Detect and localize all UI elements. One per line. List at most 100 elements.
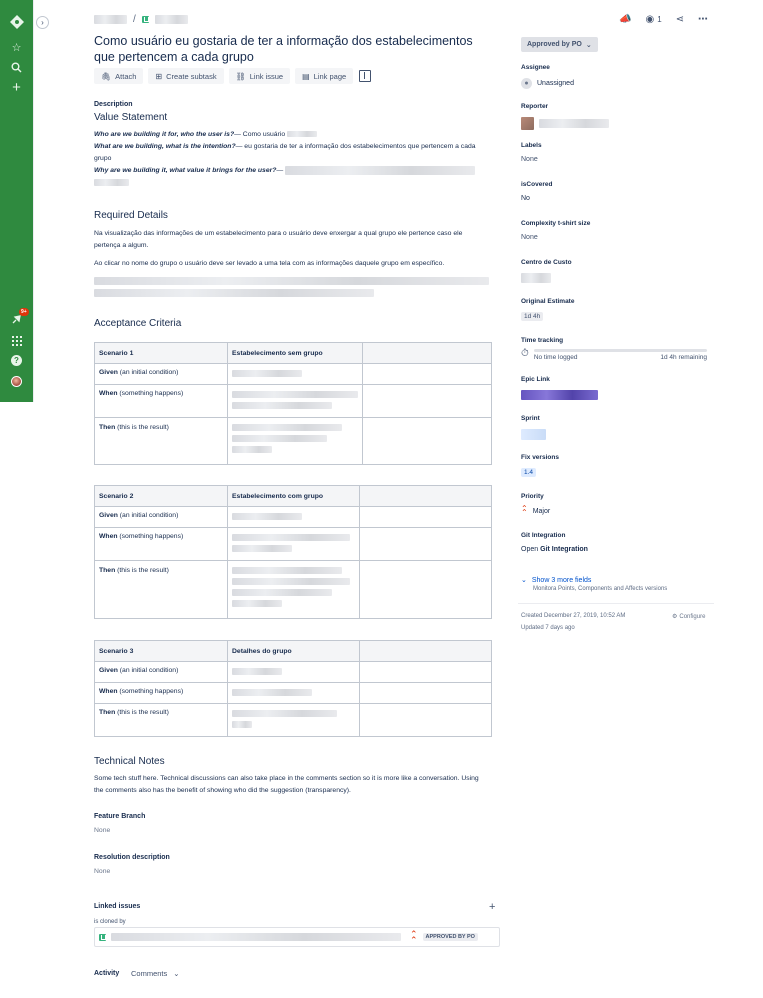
table-row: Given (an initial condition) <box>94 363 492 385</box>
page-icon: ▤ <box>302 71 310 81</box>
value-statement-heading: Value Statement <box>94 112 168 123</box>
more-actions-icon[interactable]: ⋯ <box>698 14 708 25</box>
git-integration-link[interactable]: Git Integration <box>540 546 588 553</box>
notification-count-badge: 9+ <box>19 308 29 316</box>
redacted-text <box>232 589 332 596</box>
time-tracking-label: Time tracking <box>521 337 564 344</box>
time-logged: No time logged <box>533 354 578 361</box>
profile-avatar[interactable] <box>8 373 25 390</box>
epic-link-label: Epic Link <box>521 376 550 383</box>
centro-de-custo-value[interactable] <box>521 273 572 283</box>
when-cell: When (something happens) <box>94 682 228 704</box>
assignee-value[interactable]: ● Unassigned <box>521 78 574 89</box>
create-icon[interactable]: + <box>8 79 25 96</box>
time-tracking-field: Time tracking ⏱ No time logged 1d 4h rem… <box>521 337 707 361</box>
resolution-description-value[interactable]: None <box>94 866 110 878</box>
feature-branch-label: Feature Branch <box>94 813 146 820</box>
breadcrumb-project-redacted[interactable] <box>94 15 127 24</box>
complexity-label: Complexity t-shirt size <box>521 220 591 227</box>
share-icon[interactable]: ⋖ <box>676 14 684 25</box>
redacted-text <box>232 391 358 398</box>
story-icon <box>99 933 106 941</box>
original-estimate-field: Original Estimate 1d 4h <box>521 298 574 321</box>
show-more-fields[interactable]: ⌄ Show 3 more fields Monitora Points, Co… <box>521 576 668 593</box>
help-icon[interactable]: ? <box>8 352 25 369</box>
reporter-value[interactable] <box>521 117 609 130</box>
table-row: Given (an initial condition) <box>94 661 492 683</box>
more-fields-description: Monitora Points, Components and Affects … <box>533 586 668 592</box>
add-linked-issue-icon[interactable]: + <box>489 901 495 913</box>
sprint-label: Sprint <box>521 415 540 422</box>
redacted-text <box>232 370 302 377</box>
link-issue-button[interactable]: ⛓ Link issue <box>228 68 291 84</box>
redacted-text <box>287 131 317 138</box>
redacted-text <box>232 567 342 574</box>
issue-header-actions: 📣 ◉ 1 ⋖ ⋯ <box>619 14 708 25</box>
show-more-fields-label: Show 3 more fields <box>531 576 592 584</box>
value-statement-body[interactable]: Who are we building it for, who the user… <box>94 129 484 189</box>
paperclip-icon: 🖇 <box>101 71 112 81</box>
create-subtask-label: Create subtask <box>166 71 217 81</box>
stopwatch-icon: ⏱ <box>521 348 529 359</box>
acceptance-table-3: Scenario 3 Detalhes do grupo Given (an i… <box>94 640 492 737</box>
redacted-text <box>232 578 350 585</box>
redacted-reporter-name <box>539 119 609 128</box>
scenario-header: Scenario 1 <box>94 342 228 364</box>
global-sidebar: ☆ + 9+ ? <box>0 0 33 402</box>
labels-value[interactable]: None <box>521 156 542 163</box>
watch-button[interactable]: ◉ 1 <box>645 14 661 25</box>
redacted-text <box>232 513 302 520</box>
table-header-row: Scenario 1 Estabelecimento sem grupo <box>94 342 492 364</box>
feedback-megaphone-icon[interactable]: 📣 <box>619 14 631 25</box>
status-dropdown[interactable]: Approved by PO ⌄ <box>521 37 598 52</box>
what-question: What are we building, what is the intent… <box>94 143 236 150</box>
redacted-text <box>232 545 292 552</box>
technical-notes-body: Some tech stuff here. Technical discussi… <box>94 775 479 794</box>
breadcrumb-separator: / <box>133 14 136 25</box>
description-label: Description <box>94 101 133 108</box>
breadcrumb-issue-key-redacted[interactable] <box>154 15 188 24</box>
table-row: Given (an initial condition) <box>94 506 492 528</box>
issue-title[interactable]: Como usuário eu gostaria de ter a inform… <box>94 33 489 65</box>
activity-filter-dropdown[interactable]: Comments ⌄ <box>131 969 180 978</box>
priority-label: Priority <box>521 493 544 500</box>
attach-button[interactable]: 🖇 Attach <box>94 68 144 84</box>
centro-de-custo-label: Centro de Custo <box>521 259 572 266</box>
configure-button[interactable]: ⚙ Configure <box>672 613 705 621</box>
apps-icon[interactable] <box>8 332 25 349</box>
epic-link-value[interactable] <box>521 390 598 400</box>
labels-field: Labels None <box>521 142 542 163</box>
activity-label: Activity <box>94 970 120 977</box>
feature-branch-value[interactable]: None <box>94 825 110 837</box>
redacted-text <box>232 668 282 675</box>
app-extension-button[interactable] <box>358 68 372 84</box>
linked-issue-row[interactable]: ⌃ ⌃ APPROVED BY PO <box>94 927 500 947</box>
sprint-value[interactable] <box>521 429 546 440</box>
reporter-label: Reporter <box>521 103 549 110</box>
priority-value[interactable]: ⌃ ⌃ Major <box>521 505 550 517</box>
create-subtask-button[interactable]: ⊞ Create subtask <box>148 68 224 84</box>
link-page-button[interactable]: ▤ Link page <box>295 68 354 84</box>
link-issue-label: Link issue <box>249 71 284 81</box>
redacted-text <box>232 721 252 728</box>
acceptance-table-2: Scenario 2 Estabelecimento com grupo Giv… <box>94 485 492 619</box>
scenario-title-header: Estabelecimento sem grupo <box>227 342 363 364</box>
original-estimate-value[interactable]: 1d 4h <box>521 312 574 321</box>
collapse-sidebar-button[interactable]: › <box>36 16 49 29</box>
iscovered-value[interactable]: No <box>521 195 552 202</box>
complexity-value[interactable]: None <box>521 234 590 241</box>
priority-major-icon: ⌃ ⌃ <box>410 929 418 945</box>
redacted-text <box>232 710 337 717</box>
star-icon[interactable]: ☆ <box>8 39 25 56</box>
jira-logo-icon[interactable] <box>8 13 25 30</box>
why-answer: — <box>276 167 284 174</box>
redacted-value <box>521 273 551 283</box>
time-tracking-value[interactable]: ⏱ No time logged 1d 4h remaining <box>521 349 707 361</box>
updated-timestamp: Updated 7 days ago <box>521 625 575 631</box>
given-cell: Given (an initial condition) <box>94 661 228 683</box>
redacted-paragraph <box>94 277 489 297</box>
search-icon[interactable] <box>8 59 25 76</box>
fix-versions-value[interactable]: 1.4 <box>521 468 559 477</box>
chevron-down-icon: ⌄ <box>173 969 180 978</box>
activity-filter-label: Comments <box>131 969 168 978</box>
